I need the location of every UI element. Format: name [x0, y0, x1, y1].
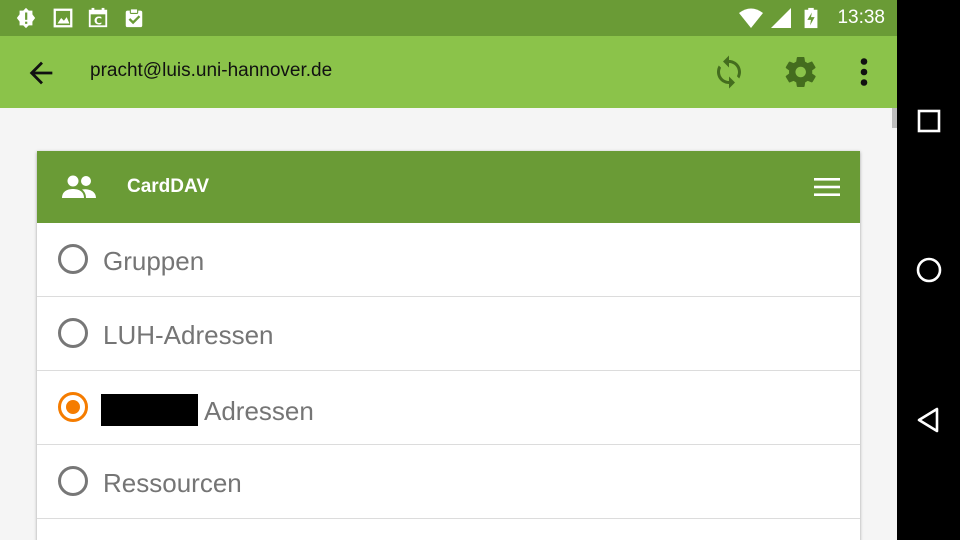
card-title: CardDAV	[127, 176, 209, 197]
list-item-label: Adressen	[204, 396, 314, 426]
list-item-ressourcen[interactable]: Ressourcen	[37, 445, 860, 519]
radio-button[interactable]	[58, 466, 88, 496]
carddav-card: CardDAV Gruppen LUH-Adressen Adressen Re…	[37, 151, 860, 540]
wifi-icon	[739, 8, 763, 28]
content-area[interactable]: CardDAV Gruppen LUH-Adressen Adressen Re…	[0, 108, 897, 540]
list-item-label-wrap: Adressen	[101, 394, 314, 427]
list-item-adressen[interactable]: Adressen	[37, 371, 860, 445]
status-bar: C 13:38	[0, 0, 897, 36]
radio-button[interactable]	[58, 318, 88, 348]
radio-button-checked[interactable]	[58, 392, 88, 422]
back-arrow-icon[interactable]	[24, 56, 58, 90]
clipboard-check-icon	[125, 8, 143, 28]
battery-charging-icon	[804, 7, 818, 29]
status-time: 13:38	[837, 7, 885, 28]
calendar-sync-icon: C	[88, 7, 108, 27]
system-nav-bar	[897, 0, 960, 540]
list-item-label: Ressourcen	[103, 468, 242, 498]
list-item-label: Gruppen	[103, 246, 205, 276]
list-item-label: LUH-Adressen	[103, 320, 274, 350]
settings-icon[interactable]	[783, 54, 819, 90]
list-item-luh-adressen[interactable]: LUH-Adressen	[37, 297, 860, 371]
card-header: CardDAV	[37, 151, 860, 223]
alert-icon	[16, 7, 36, 29]
svg-text:C: C	[94, 14, 102, 27]
hamburger-menu-icon[interactable]	[812, 175, 842, 199]
signal-icon	[771, 8, 791, 28]
redaction-block	[101, 394, 198, 426]
app-toolbar: pracht@luis.uni-hannover.de	[0, 36, 897, 108]
list-item-gruppen[interactable]: Gruppen	[37, 223, 860, 297]
people-icon	[62, 175, 96, 198]
more-vert-icon[interactable]	[846, 54, 882, 90]
sync-icon[interactable]	[711, 54, 747, 90]
back-triangle-icon[interactable]	[914, 405, 944, 435]
home-circle-icon[interactable]	[914, 255, 944, 285]
image-icon	[53, 8, 73, 28]
account-title: pracht@luis.uni-hannover.de	[90, 60, 333, 81]
recents-square-icon[interactable]	[914, 106, 944, 136]
radio-button[interactable]	[58, 244, 88, 274]
